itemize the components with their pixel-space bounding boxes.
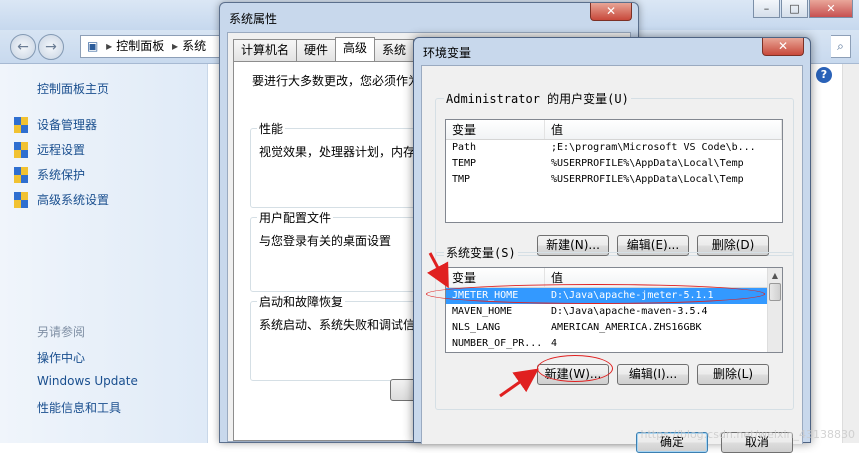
maximize-button[interactable]: □ — [781, 0, 808, 18]
system-edit-button[interactable]: 编辑(I)... — [617, 364, 689, 385]
sidebar-item-system-protection[interactable]: 系统保护 — [14, 166, 85, 183]
dialog-title: 环境变量 — [423, 46, 472, 60]
environment-variables-dialog: 环境变量 ✕ Administrator 的用户变量(U) 变量 值 Path … — [413, 37, 811, 453]
variable-value: ;E:\program\Microsoft VS Code\b... — [551, 142, 756, 153]
group-title: 用户配置文件 — [257, 209, 334, 226]
group-title: 启动和故障恢复 — [257, 293, 346, 310]
window-controls: – □ ✕ — [753, 0, 853, 18]
group-description: 视觉效果，处理器计划，内存 — [259, 145, 416, 159]
variable-name: NLS_LANG — [452, 322, 501, 333]
user-variables-list[interactable]: 变量 值 Path ;E:\program\Microsoft VS Code\… — [445, 119, 783, 223]
sidebar-home-link[interactable]: 控制面板主页 — [37, 80, 109, 97]
user-variables-group: Administrator 的用户变量(U) 变量 值 Path ;E:\pro… — [435, 90, 794, 256]
scroll-thumb[interactable] — [769, 283, 781, 301]
table-row[interactable]: NLS_LANG AMERICAN_AMERICA.ZHS16GBK — [446, 320, 782, 336]
admin-notice: 要进行大多数更改，您必须作为 — [252, 74, 421, 88]
breadcrumb-system[interactable]: 系统 — [182, 39, 206, 53]
highlight-ellipse-jmeter-row — [426, 284, 765, 304]
sidebar-item-remote-settings[interactable]: 远程设置 — [14, 141, 85, 158]
shield-icon — [14, 116, 29, 133]
group-title: 性能 — [257, 120, 286, 137]
variable-name: NUMBER_OF_PR... — [452, 338, 543, 349]
see-also-heading: 另请参阅 — [37, 325, 86, 339]
tab-computer-name[interactable]: 计算机名 — [233, 39, 298, 61]
watermark: https://blog.csdn.net/weixin_43138830 — [640, 428, 855, 441]
back-button[interactable]: ← — [10, 34, 36, 60]
column-header-value[interactable]: 值 — [545, 120, 782, 139]
tab-strip: 计算机名 硬件 高级 系统 — [233, 37, 415, 61]
group-description: 与您登录有关的桌面设置 — [259, 234, 392, 248]
forward-button[interactable]: → — [38, 34, 64, 60]
highlight-ellipse-new-button — [537, 355, 613, 382]
sidebar-item-advanced-settings[interactable]: 高级系统设置 — [14, 191, 109, 208]
link-action-center[interactable]: 操作中心 — [37, 349, 85, 366]
tab-system[interactable]: 系统 — [374, 39, 415, 61]
close-button[interactable]: ✕ — [809, 0, 853, 18]
variable-value: D:\Java\apache-maven-3.5.4 — [551, 306, 708, 317]
variable-name: TEMP — [452, 158, 477, 169]
list-header: 变量 值 — [446, 120, 782, 140]
group-title: Administrator 的用户变量(U) — [444, 90, 631, 107]
help-icon[interactable]: ? — [816, 67, 832, 83]
variable-value: %USERPROFILE%\AppData\Local\Temp — [551, 174, 744, 185]
table-row[interactable]: MAVEN_HOME D:\Java\apache-maven-3.5.4 — [446, 304, 782, 320]
sidebar-item-label: 设备管理器 — [37, 118, 98, 132]
search-icon[interactable]: ⌕ — [831, 35, 851, 58]
sidebar-item-label: 系统保护 — [37, 168, 86, 182]
scroll-up-icon[interactable]: ▲ — [768, 268, 782, 283]
dialog-body: Administrator 的用户变量(U) 变量 值 Path ;E:\pro… — [421, 65, 803, 453]
system-variables-list[interactable]: 变量 值 JMETER_HOME D:\Java\apache-jmeter-5… — [445, 267, 783, 353]
column-header-variable[interactable]: 变量 — [446, 120, 545, 139]
breadcrumb-control-panel[interactable]: 控制面板 — [116, 39, 164, 53]
sidebar-item-label: 远程设置 — [37, 143, 86, 157]
variable-name: MAVEN_HOME — [452, 306, 513, 317]
tab-hardware[interactable]: 硬件 — [296, 39, 337, 61]
variable-name: TMP — [452, 174, 471, 185]
system-delete-button[interactable]: 删除(L) — [697, 364, 769, 385]
link-windows-update[interactable]: Windows Update — [37, 374, 138, 388]
computer-icon: ▣ — [87, 39, 99, 53]
sidebar: 控制面板主页 设备管理器 远程设置 系统保护 高级系统设置 另请参阅 操作中心 … — [0, 64, 208, 443]
system-variables-group: 系统变量(S) 变量 值 JMETER_HOME D:\Java\apache-… — [435, 244, 794, 410]
sidebar-item-device-manager[interactable]: 设备管理器 — [14, 116, 97, 133]
variable-value: AMERICAN_AMERICA.ZHS16GBK — [551, 322, 702, 333]
table-row[interactable]: Path ;E:\program\Microsoft VS Code\b... — [446, 140, 782, 156]
variable-value: 4 — [551, 338, 558, 349]
sidebar-item-label: 高级系统设置 — [37, 193, 110, 207]
scrollbar[interactable] — [842, 64, 859, 443]
address-bar[interactable]: ▣ ▸ 控制面板 ▸ 系统 — [80, 35, 230, 58]
list-scrollbar[interactable]: ▲ — [767, 268, 782, 352]
group-title: 系统变量(S) — [444, 244, 518, 261]
shield-icon — [14, 191, 29, 208]
close-button[interactable]: ✕ — [590, 3, 632, 21]
variable-name: Path — [452, 142, 477, 153]
shield-icon — [14, 141, 29, 158]
group-description: 系统启动、系统失败和调试信 — [259, 318, 416, 332]
tab-advanced[interactable]: 高级 — [335, 37, 376, 61]
table-row[interactable]: TEMP %USERPROFILE%\AppData\Local\Temp — [446, 156, 782, 172]
minimize-button[interactable]: – — [753, 0, 780, 18]
link-performance-info[interactable]: 性能信息和工具 — [37, 399, 121, 416]
table-row[interactable]: TMP %USERPROFILE%\AppData\Local\Temp — [446, 172, 782, 188]
table-row[interactable]: NUMBER_OF_PR... 4 — [446, 336, 782, 352]
close-button[interactable]: ✕ — [762, 38, 804, 56]
shield-icon — [14, 166, 29, 183]
variable-value: %USERPROFILE%\AppData\Local\Temp — [551, 158, 744, 169]
window-title: 系统属性 — [229, 12, 278, 26]
